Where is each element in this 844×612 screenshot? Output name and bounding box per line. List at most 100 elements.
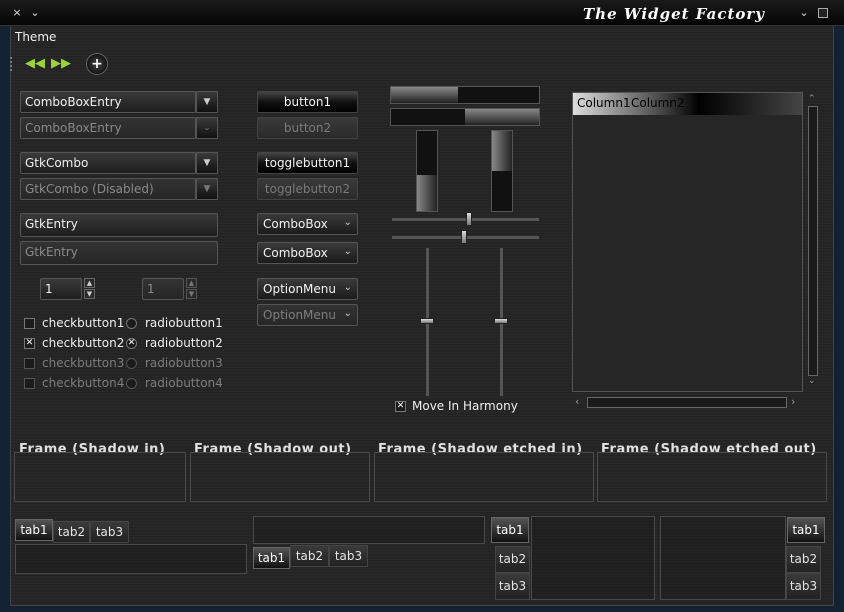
chevron-down-icon: ⌄	[343, 217, 352, 228]
menu-theme[interactable]: Theme	[15, 30, 56, 44]
tree-view[interactable]	[572, 92, 803, 392]
nb1-tab2[interactable]: tab2	[53, 521, 90, 543]
gtkentry-disabled-field: GtkEntry	[20, 241, 218, 265]
tree-header: Column1 Column2	[573, 93, 802, 115]
title-chevron-icon[interactable]: ⌄	[797, 6, 811, 20]
spin-button-2-arrows: ▲ ▼	[186, 278, 197, 300]
spin-button-1[interactable]: 1	[40, 278, 82, 300]
progressbar-vertical-2	[491, 130, 513, 212]
comboboxentry-field[interactable]: ComboBoxEntry	[20, 91, 196, 113]
nb1-panel	[15, 544, 247, 574]
optionmenu-1[interactable]: OptionMenu ⌄	[257, 278, 358, 300]
checkbutton-3-label: checkbutton3	[42, 356, 125, 370]
spin-button-2: 1	[142, 278, 184, 300]
nb2-tab2[interactable]: tab2	[290, 545, 329, 567]
progressbar-horizontal-2	[390, 108, 540, 126]
close-icon[interactable]: ×	[10, 6, 24, 20]
hscroll-thumb[interactable]	[587, 397, 787, 408]
tree-column1-header[interactable]: Column1	[577, 96, 631, 110]
checkbutton-1-box[interactable]	[24, 318, 35, 329]
gtkcombo-disabled-dropdown: ▼	[196, 178, 218, 200]
frame-etched-in	[374, 452, 594, 502]
radiobutton-4-label: radiobutton4	[145, 376, 223, 390]
move-in-harmony-checkbox[interactable]: ✕	[395, 401, 406, 412]
vscale-1-slider[interactable]	[420, 318, 434, 324]
nb3-tab2[interactable]: tab2	[495, 546, 530, 573]
radiobutton-2-label: radiobutton2	[145, 336, 223, 350]
frame-shadow-out	[190, 452, 370, 502]
progressbar-vertical-1	[416, 130, 438, 212]
button2: button2	[257, 117, 358, 139]
progress-fill	[391, 87, 458, 103]
spin-down-icon: ▼	[186, 289, 197, 299]
chevron-down-icon: ⌄	[343, 246, 352, 257]
scroll-down-icon[interactable]: ⌄	[808, 376, 816, 386]
progressbar-horizontal-1	[390, 86, 540, 104]
window-title: The Widget Factory	[583, 5, 766, 23]
spin-down-icon[interactable]: ▼	[84, 289, 95, 299]
nb4-tab1[interactable]: tab1	[787, 517, 825, 543]
comboboxentry-dropdown[interactable]: ▼	[196, 91, 218, 113]
tree-hscrollbar[interactable]: ‹ ›	[575, 395, 801, 410]
scroll-left-icon[interactable]: ‹	[575, 395, 579, 408]
progress-fill	[492, 131, 512, 171]
scroll-right-icon[interactable]: ›	[791, 395, 795, 408]
nb3-tab1[interactable]: tab1	[491, 517, 529, 543]
gtkcombo-dropdown[interactable]: ▼	[196, 152, 218, 174]
spin-button-1-arrows[interactable]: ▲ ▼	[84, 278, 95, 300]
vscale-2-slider[interactable]	[494, 318, 508, 324]
optionmenu-2: OptionMenu ⌄	[257, 304, 358, 326]
checkbutton-2-box[interactable]: ✕	[24, 338, 35, 349]
progress-fill	[417, 175, 437, 211]
optionmenu-2-label: OptionMenu	[263, 308, 336, 322]
togglebutton1[interactable]: togglebutton1	[257, 152, 358, 174]
nb3-panel	[531, 516, 655, 600]
radiobutton-2-circle[interactable]: ✕	[126, 338, 137, 349]
radiobutton-1-circle[interactable]	[126, 318, 137, 329]
nb2-panel	[253, 516, 485, 544]
spin-up-icon: ▲	[186, 278, 197, 288]
nb2-tab1[interactable]: tab1	[253, 547, 290, 569]
gtkcombo-field[interactable]: GtkCombo	[20, 152, 196, 174]
optionmenu-1-label: OptionMenu	[263, 282, 336, 296]
combobox-1[interactable]: ComboBox ⌄	[257, 213, 358, 235]
nb1-tab1[interactable]: tab1	[15, 519, 53, 541]
hscale-2-slider[interactable]	[461, 230, 467, 244]
progress-fill	[465, 109, 539, 125]
vscroll-thumb[interactable]	[808, 106, 818, 376]
gtkentry-field[interactable]: GtkEntry	[20, 213, 218, 237]
comboboxentry-disabled-dropdown: ⌄	[196, 117, 218, 139]
maximize-icon[interactable]	[818, 8, 828, 18]
radiobutton-3-label: radiobutton3	[145, 356, 223, 370]
togglebutton2: togglebutton2	[257, 178, 358, 200]
nb4-tab2[interactable]: tab2	[786, 546, 821, 573]
spin-up-icon[interactable]: ▲	[84, 278, 95, 288]
tree-vscrollbar[interactable]: ⌃ ⌄	[806, 94, 820, 388]
gtkcombo-disabled-field: GtkCombo (Disabled)	[20, 178, 196, 200]
tree-column2-header[interactable]: Column2	[631, 96, 685, 110]
nb2-tab3[interactable]: tab3	[329, 545, 368, 567]
forward-icon[interactable]: ▶▶	[51, 53, 73, 75]
toolbar-grip[interactable]	[10, 57, 14, 71]
checkbutton-2-label: checkbutton2	[42, 336, 125, 350]
chevron-down-icon: ⌄	[343, 308, 352, 319]
hscale-1-slider[interactable]	[466, 212, 472, 226]
checkbutton-1-label: checkbutton1	[42, 316, 125, 330]
radiobutton-3-circle	[126, 358, 137, 369]
title-bar: × ⌄ The Widget Factory ⌄	[0, 0, 844, 26]
combobox-2[interactable]: ComboBox ⌄	[257, 242, 358, 264]
scroll-up-icon[interactable]: ⌃	[808, 94, 816, 104]
button1[interactable]: button1	[257, 91, 358, 113]
frame-shadow-in	[14, 452, 186, 502]
back-icon[interactable]: ◀◀	[25, 53, 47, 75]
menubar: Theme	[10, 27, 834, 49]
nb1-tab3[interactable]: tab3	[90, 521, 129, 543]
add-icon[interactable]: +	[86, 53, 108, 75]
checkbutton-4-label: checkbutton4	[42, 376, 125, 390]
nb4-tab3[interactable]: tab3	[786, 573, 821, 600]
window-menu-icon[interactable]: ⌄	[28, 6, 42, 20]
combobox-2-label: ComboBox	[263, 246, 328, 260]
combobox-1-label: ComboBox	[263, 217, 328, 231]
nb3-tab3[interactable]: tab3	[495, 573, 530, 600]
radiobutton-4-circle	[126, 378, 137, 389]
